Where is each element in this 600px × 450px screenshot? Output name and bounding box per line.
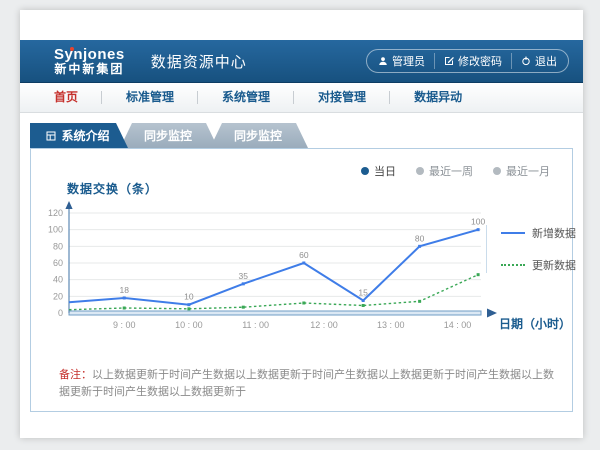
change-password-button[interactable]: 修改密码 bbox=[435, 53, 512, 69]
user-toolbar: 管理员 修改密码 退出 bbox=[366, 49, 569, 73]
svg-text:100: 100 bbox=[48, 225, 63, 235]
tab-bar: 系统介绍 同步监控 同步监控 bbox=[30, 123, 573, 148]
svg-text:80: 80 bbox=[415, 233, 425, 243]
desktop-background: Synjones 新中新集团 数据资源中心 管理员 修改密码 退出 首页标准 bbox=[0, 0, 600, 450]
legend-swatch-icon bbox=[501, 264, 525, 266]
content-area: 系统介绍 同步监控 同步监控 当日 最近一周 最近一月 数据交换（条） 0 20 40 60 8… bbox=[20, 113, 583, 412]
radio-dot-icon bbox=[493, 167, 501, 175]
footnote-label: 备注： bbox=[59, 369, 92, 381]
logout-button[interactable]: 退出 bbox=[512, 53, 566, 69]
svg-text:20: 20 bbox=[53, 291, 63, 301]
nav-item-3[interactable]: 对接管理 bbox=[294, 83, 390, 112]
svg-text:11 : 00: 11 : 00 bbox=[242, 320, 269, 330]
radio-dot-icon bbox=[361, 167, 369, 175]
top-white-strip bbox=[20, 10, 583, 40]
edit-icon bbox=[444, 56, 454, 66]
current-user-label: 管理员 bbox=[392, 53, 425, 69]
legend-item-0: 新增数据 bbox=[501, 225, 576, 241]
line-chart: 0 20 40 60 80 100 120 9 : 00 10 : 00 11 : 00 12 : … bbox=[43, 201, 513, 341]
brand-logo-chinese: 新中新集团 bbox=[54, 63, 125, 76]
svg-text:15: 15 bbox=[358, 288, 368, 298]
radio-option-1[interactable]: 最近一周 bbox=[416, 163, 473, 179]
range-filter: 当日 最近一周 最近一月 bbox=[361, 163, 550, 179]
user-icon bbox=[378, 56, 388, 66]
radio-label: 最近一月 bbox=[506, 163, 550, 179]
nav-item-0[interactable]: 首页 bbox=[30, 83, 102, 112]
legend-swatch-icon bbox=[501, 232, 525, 234]
svg-text:120: 120 bbox=[48, 208, 63, 218]
svg-text:60: 60 bbox=[299, 250, 309, 260]
radio-dot-icon bbox=[416, 167, 424, 175]
radio-option-2[interactable]: 最近一月 bbox=[493, 163, 550, 179]
svg-text:100: 100 bbox=[471, 217, 485, 227]
nav-item-1[interactable]: 标准管理 bbox=[102, 83, 198, 112]
svg-text:40: 40 bbox=[53, 275, 63, 285]
power-icon bbox=[521, 56, 531, 66]
current-user-button[interactable]: 管理员 bbox=[369, 53, 435, 69]
logout-label: 退出 bbox=[535, 53, 557, 69]
svg-text:35: 35 bbox=[239, 271, 249, 281]
tab-2[interactable]: 同步监控 bbox=[210, 123, 308, 148]
footnote: 备注：以上数据更新于时间产生数据以上数据更新于时间产生数据以上数据更新于时间产生… bbox=[59, 367, 554, 400]
svg-text:60: 60 bbox=[53, 258, 63, 268]
svg-text:10 : 00: 10 : 00 bbox=[175, 320, 203, 330]
radio-label: 当日 bbox=[374, 163, 396, 179]
tab-0[interactable]: 系统介绍 bbox=[30, 123, 128, 148]
svg-text:14 : 00: 14 : 00 bbox=[444, 320, 472, 330]
svg-text:12 : 00: 12 : 00 bbox=[310, 320, 338, 330]
chart-legend: 新增数据更新数据 bbox=[486, 225, 576, 273]
y-axis-title: 数据交换（条） bbox=[67, 180, 158, 197]
footnote-text: 以上数据更新于时间产生数据以上数据更新于时间产生数据以上数据更新于时间产生数据以… bbox=[59, 369, 554, 398]
tab-label: 同步监控 bbox=[144, 127, 192, 144]
x-axis-title: 日期（小时） bbox=[499, 315, 571, 332]
main-nav: 首页标准管理系统管理对接管理数据异动 bbox=[20, 83, 583, 113]
svg-text:0: 0 bbox=[58, 308, 63, 318]
change-password-label: 修改密码 bbox=[458, 53, 502, 69]
tab-label: 系统介绍 bbox=[61, 127, 109, 144]
content-panel: 当日 最近一周 最近一月 数据交换（条） 0 20 40 60 80 100 120 9 : 00… bbox=[30, 148, 573, 412]
nav-item-2[interactable]: 系统管理 bbox=[198, 83, 294, 112]
svg-text:18: 18 bbox=[119, 285, 129, 295]
radio-option-0[interactable]: 当日 bbox=[361, 163, 396, 179]
app-window: Synjones 新中新集团 数据资源中心 管理员 修改密码 退出 首页标准 bbox=[20, 10, 583, 438]
brand-logo[interactable]: Synjones 新中新集团 bbox=[54, 47, 125, 75]
legend-label: 新增数据 bbox=[532, 225, 576, 241]
svg-text:10: 10 bbox=[184, 292, 194, 302]
document-grid-icon bbox=[46, 131, 56, 141]
radio-label: 最近一周 bbox=[429, 163, 473, 179]
nav-item-4[interactable]: 数据异动 bbox=[390, 83, 486, 112]
tab-1[interactable]: 同步监控 bbox=[120, 123, 218, 148]
legend-label: 更新数据 bbox=[532, 257, 576, 273]
svg-text:13 : 00: 13 : 00 bbox=[377, 320, 405, 330]
legend-item-1: 更新数据 bbox=[501, 257, 576, 273]
svg-text:80: 80 bbox=[53, 241, 63, 251]
svg-text:9 : 00: 9 : 00 bbox=[113, 320, 136, 330]
tab-label: 同步监控 bbox=[234, 127, 282, 144]
page-title: 数据资源中心 bbox=[151, 51, 247, 72]
brand-logo-wordmark: Synjones bbox=[54, 47, 125, 63]
app-header: Synjones 新中新集团 数据资源中心 管理员 修改密码 退出 bbox=[20, 40, 583, 83]
